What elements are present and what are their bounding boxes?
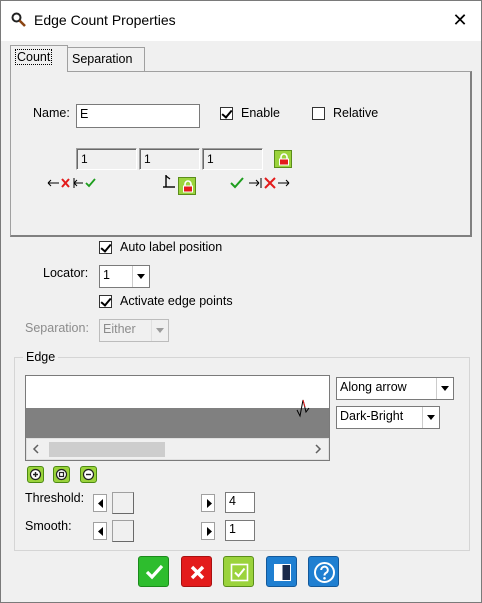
cancel-button[interactable]: [181, 556, 212, 587]
threshold-slider-thumb[interactable]: [112, 492, 134, 514]
profile-horizontal-scrollbar[interactable]: [26, 438, 329, 460]
tab-separation-label: Separation: [72, 52, 133, 66]
threshold-value-input[interactable]: 4: [225, 492, 255, 513]
spacing-right-field[interactable]: 1: [202, 148, 263, 170]
lock-icon: [279, 153, 289, 166]
threshold-slider[interactable]: [93, 492, 217, 514]
profile-dark-region: [26, 408, 329, 438]
relative-checkbox[interactable]: [312, 107, 325, 120]
arrow-right-icon: [207, 527, 212, 536]
separation-marker-icon: [163, 175, 175, 188]
separation-select[interactable]: Either: [99, 319, 169, 342]
lock-icon: [183, 180, 193, 193]
apply-check-icon: [230, 563, 249, 582]
arrow-left-icon: [98, 499, 103, 508]
zoom-fit-button[interactable]: [53, 466, 70, 483]
edge-profile-view[interactable]: [25, 375, 330, 461]
edge-group-label: Edge: [23, 350, 59, 364]
locator-value: 1: [103, 268, 110, 282]
locator-label: Locator:: [43, 266, 89, 280]
split-panel-icon: [274, 564, 291, 581]
auto-label-checkbox[interactable]: [99, 241, 112, 254]
spacing-middle-field[interactable]: 1: [139, 148, 200, 170]
locator-select[interactable]: 1: [99, 265, 150, 288]
smooth-increment-button[interactable]: [201, 522, 215, 540]
chevron-down-icon: [151, 320, 168, 341]
zoom-out-button[interactable]: [80, 466, 97, 483]
right-edge-marker-icon: [230, 177, 290, 189]
magnifier-icon: [11, 12, 26, 27]
spacing-left-field[interactable]: 1: [76, 148, 137, 170]
chevron-left-icon[interactable]: [31, 444, 41, 454]
help-icon: [314, 562, 335, 583]
tab-count[interactable]: Count: [10, 45, 68, 72]
tab-count-label: Count: [15, 49, 53, 65]
window-title: Edge Count Properties: [34, 12, 176, 28]
panel-toggle-button[interactable]: [266, 556, 297, 587]
title-bar[interactable]: Edge Count Properties ✕: [1, 1, 481, 41]
arrow-left-icon: [98, 527, 103, 536]
relative-label: Relative: [333, 106, 379, 120]
zoom-in-button[interactable]: [27, 466, 44, 483]
close-button[interactable]: ✕: [449, 10, 471, 32]
chevron-down-icon: [132, 266, 149, 287]
zoom-fit-icon: [55, 468, 68, 481]
auto-label-label: Auto label position: [120, 240, 223, 254]
direction-select[interactable]: Along arrow: [336, 377, 454, 400]
polarity-select[interactable]: Dark-Bright: [336, 406, 440, 429]
threshold-decrement-button[interactable]: [93, 494, 107, 512]
chevron-right-icon[interactable]: [313, 444, 323, 454]
polarity-value: Dark-Bright: [340, 409, 404, 423]
chevron-down-icon: [436, 378, 453, 399]
left-edge-marker-icon: [47, 178, 96, 188]
ok-button[interactable]: [138, 556, 169, 587]
threshold-increment-button[interactable]: [201, 494, 215, 512]
chevron-down-icon: [422, 407, 439, 428]
name-input[interactable]: E: [76, 104, 200, 128]
smooth-decrement-button[interactable]: [93, 522, 107, 540]
lock-middle-button[interactable]: [178, 177, 196, 195]
enable-checkbox[interactable]: [220, 107, 233, 120]
arrow-right-icon: [207, 499, 212, 508]
tab-separation[interactable]: Separation: [67, 47, 145, 71]
activate-edge-points-label: Activate edge points: [120, 294, 233, 308]
activate-edge-points-checkbox[interactable]: [99, 295, 112, 308]
dialog-window: Edge Count Properties ✕ Count Separation…: [0, 0, 482, 603]
lock-right-button[interactable]: [274, 150, 292, 168]
help-button[interactable]: [308, 556, 339, 587]
smooth-label: Smooth:: [25, 519, 72, 533]
name-label: Name:: [33, 106, 70, 120]
enable-label: Enable: [241, 106, 280, 120]
separation-value: Either: [103, 322, 136, 336]
edge-profile-curve: [296, 399, 310, 418]
smooth-slider-thumb[interactable]: [112, 520, 134, 542]
apply-button[interactable]: [223, 556, 254, 587]
zoom-in-icon: [29, 468, 42, 481]
checkmark-icon: [145, 564, 164, 580]
smooth-slider[interactable]: [93, 520, 217, 542]
close-x-icon: [190, 565, 205, 580]
separation-label: Separation:: [25, 321, 89, 335]
scrollbar-thumb[interactable]: [49, 442, 165, 457]
threshold-label: Threshold:: [25, 491, 85, 505]
smooth-value-input[interactable]: 1: [225, 520, 255, 541]
zoom-out-icon: [82, 468, 95, 481]
direction-value: Along arrow: [340, 380, 407, 394]
